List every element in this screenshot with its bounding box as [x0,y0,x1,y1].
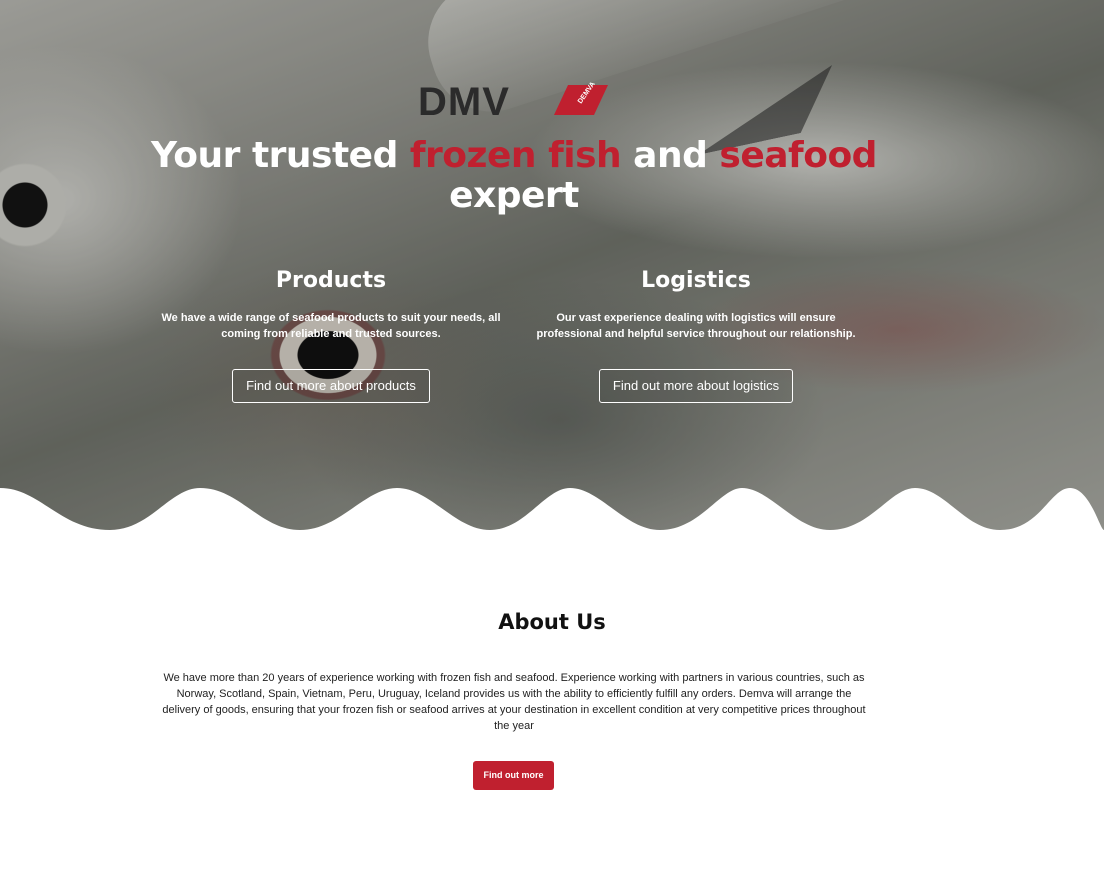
headline-text-3: expert [449,175,579,216]
products-button[interactable]: Find out more about products [232,369,430,403]
logistics-column: Logistics Our vast experience dealing wi… [526,266,866,403]
about-text: We have more than 20 years of experience… [162,672,866,732]
logistics-button[interactable]: Find out more about logistics [598,369,794,403]
wave-divider [0,488,1104,530]
headline-text-2: and [621,135,720,176]
headline-text-1: Your trusted [151,135,410,176]
svg-text:DMV: DMV [418,82,510,118]
about-find-out-more-button[interactable]: Find out more [473,761,554,790]
headline-seafood: seafood [719,135,877,176]
products-title: Products [275,268,387,293]
hero-overlay [0,0,1104,530]
logistics-title: Logistics [641,268,751,293]
hero-section: DMV DEMVA Your trusted frozen fish and s… [0,0,1104,530]
hero-headline: Your trusted frozen fish and seafood exp… [150,136,878,216]
logistics-description: Our vast experience dealing with logisti… [536,312,856,340]
products-column: Products We have a wide range of seafood… [161,266,501,403]
headline-frozen-fish: frozen fish [409,135,622,176]
products-description: We have a wide range of seafood products… [161,312,501,340]
dmv-logo[interactable]: DMV DEMVA [418,82,608,118]
about-title: About Us [498,610,606,634]
